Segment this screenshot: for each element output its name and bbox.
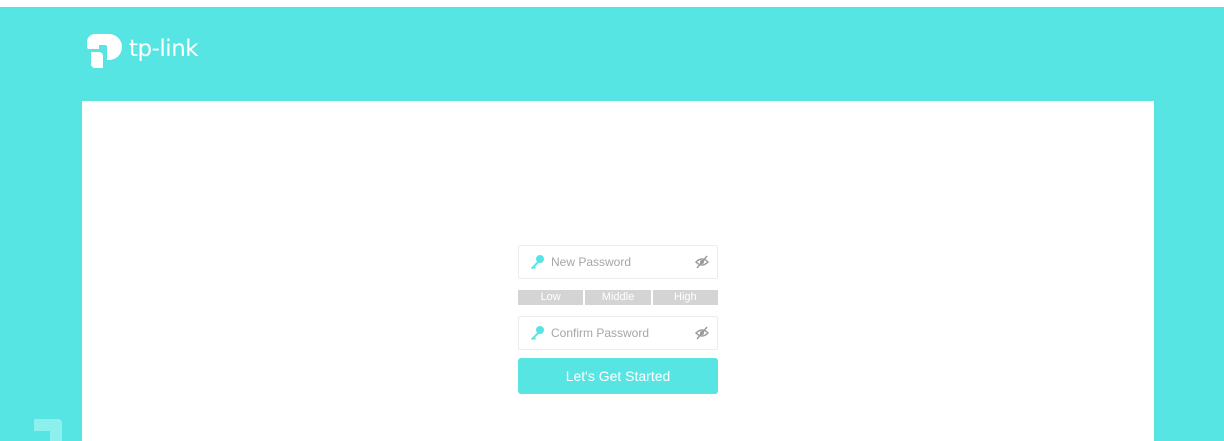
setup-page-background: tp-link Low Middle High Let's Get Starte… [0, 7, 1224, 441]
new-password-field[interactable] [518, 245, 718, 279]
eye-hidden-icon[interactable] [695, 326, 709, 340]
strength-high: High [652, 290, 718, 305]
strength-middle: Middle [585, 290, 651, 305]
new-password-input[interactable] [551, 255, 691, 269]
password-strength-meter: Low Middle High [518, 290, 718, 305]
strength-low: Low [518, 290, 584, 305]
top-strip [0, 0, 1224, 7]
decorative-corner-shape [30, 415, 70, 441]
setup-card: Low Middle High Let's Get Started [82, 101, 1154, 441]
eye-hidden-icon[interactable] [695, 255, 709, 269]
tp-link-logo-icon [83, 30, 125, 70]
confirm-password-input[interactable] [551, 326, 691, 340]
confirm-password-field[interactable] [518, 316, 718, 350]
password-form: Low Middle High Let's Get Started [518, 245, 718, 394]
key-icon [529, 254, 545, 270]
key-icon [529, 325, 545, 341]
lets-get-started-button[interactable]: Let's Get Started [518, 358, 718, 394]
brand-logo-text: tp-link [129, 36, 199, 62]
brand-logo: tp-link [83, 30, 199, 70]
